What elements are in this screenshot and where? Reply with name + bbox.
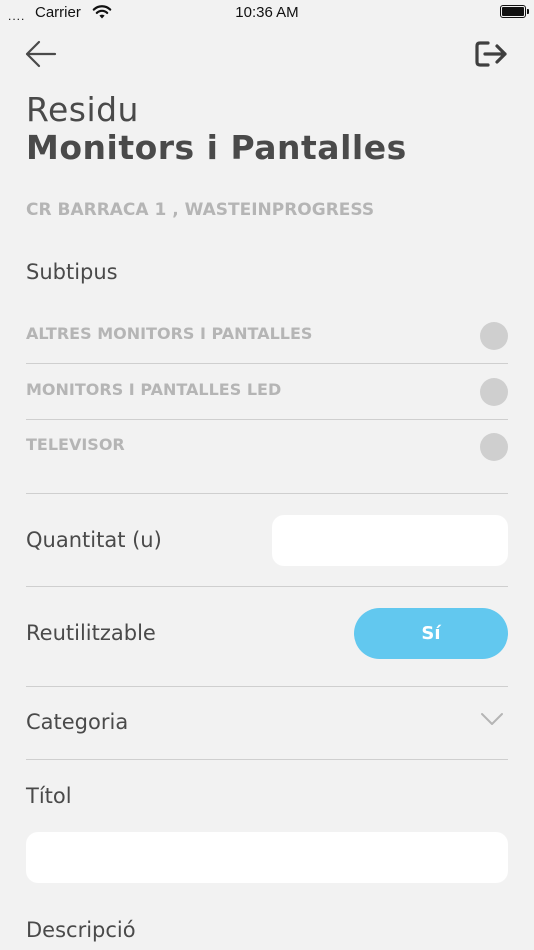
address-label: CR BARRACA 1 , WASTEINPROGRESS [26,200,375,220]
reusable-toggle-button[interactable]: Sí [354,608,508,659]
subtype-option-label: MONITORS I PANTALLES LED [26,380,282,399]
chevron-down-icon[interactable] [480,710,504,728]
radio-unselected-icon[interactable] [480,433,508,461]
status-time: 10:36 AM [235,4,299,21]
divider [26,586,508,587]
title-input[interactable] [26,832,508,883]
back-arrow-icon[interactable] [24,38,58,70]
category-label: Categoria [26,710,129,734]
subtype-section-label: Subtipus [26,260,118,284]
subtype-option-label: ALTRES MONITORS I PANTALLES [26,324,313,343]
radio-unselected-icon[interactable] [480,322,508,350]
battery-icon [500,5,529,18]
radio-unselected-icon[interactable] [480,378,508,406]
title-field-label: Títol [26,784,72,808]
subtype-option-altres[interactable]: ALTRES MONITORS I PANTALLES [26,308,508,364]
page-title-prefix: Residu [26,90,139,129]
divider [26,493,508,494]
page-title: Monitors i Pantalles [26,128,407,167]
divider [26,759,508,760]
status-bar: .... Carrier 10:36 AM [0,0,534,26]
subtype-option-televisor[interactable]: TELEVISOR [26,419,508,474]
description-label: Descripció [26,918,136,942]
logout-icon[interactable] [474,38,510,70]
quantity-label: Quantitat (u) [26,528,162,552]
reusable-label: Reutilitzable [26,621,156,645]
subtype-option-led[interactable]: MONITORS I PANTALLES LED [26,364,508,420]
divider [26,686,508,687]
subtype-option-label: TELEVISOR [26,435,125,454]
quantity-input[interactable] [272,515,508,566]
